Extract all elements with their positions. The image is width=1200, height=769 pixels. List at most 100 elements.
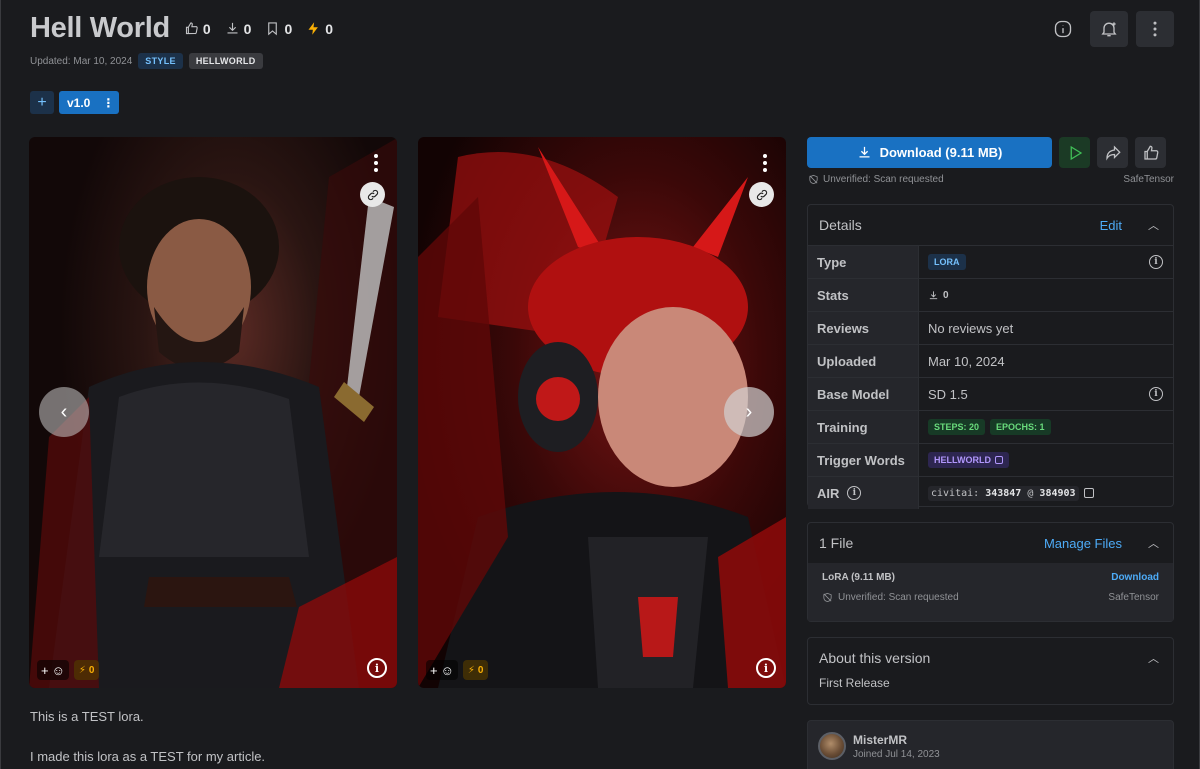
detail-row-type: Type LORA i: [808, 245, 1173, 278]
link-icon: [756, 189, 767, 200]
detail-key: Base Model: [808, 378, 919, 410]
add-version-button[interactable]: +: [30, 91, 54, 114]
about-version-panel: About this version ︿ First Release: [807, 637, 1174, 705]
carousel-next-button[interactable]: ›: [724, 387, 774, 437]
image-info-icon[interactable]: i: [756, 658, 776, 678]
file-scan-status: Unverified: Scan requested: [838, 592, 959, 603]
share-button[interactable]: [1097, 137, 1128, 168]
air-at: @: [1027, 487, 1034, 499]
detail-key: Uploaded: [808, 345, 919, 377]
bookmarks-stat: 0: [265, 21, 292, 37]
scan-status-row: Unverified: Scan requested SafeTensor: [808, 174, 1174, 185]
meta-row: Updated: Mar 10, 2024 STYLE HELLWORLD: [30, 53, 263, 69]
tip-buzz-button[interactable]: ⚡ 0: [73, 660, 100, 680]
image-info-icon[interactable]: i: [367, 658, 387, 678]
downloads-count: 0: [243, 20, 252, 37]
file-download-link[interactable]: Download: [1111, 572, 1159, 583]
play-icon: [1070, 145, 1082, 160]
info-icon[interactable]: i: [1149, 387, 1163, 401]
manage-files-link[interactable]: Manage Files: [1044, 536, 1122, 551]
download-icon: [227, 22, 238, 34]
info-icon: [1054, 20, 1072, 38]
chevron-up-icon[interactable]: ︿: [1148, 650, 1159, 666]
version-label: v1.0: [67, 95, 91, 110]
version-menu-icon[interactable]: ⋮: [102, 96, 114, 110]
model-header: Hell World 0 0 0 0: [30, 12, 333, 45]
image-link-button[interactable]: [749, 182, 774, 207]
file-item: LoRA (9.11 MB) Download Unverified: Scan…: [808, 563, 1173, 621]
tag-hellworld[interactable]: HELLWORLD: [188, 53, 263, 69]
file-format: SafeTensor: [1123, 174, 1174, 185]
reviews-value: No reviews yet: [928, 320, 1014, 336]
type-badge: LORA: [928, 254, 966, 270]
air-prefix: civitai:: [931, 487, 980, 499]
stats-download-count: 0: [943, 289, 949, 301]
files-panel: 1 File Manage Files ︿ LoRA (9.11 MB) Dow…: [807, 522, 1174, 622]
tag-style[interactable]: STYLE: [138, 53, 183, 69]
creator-name[interactable]: MisterMR: [853, 733, 940, 747]
info-icon[interactable]: i: [847, 486, 862, 500]
description-line: I made this lora as a TEST for my articl…: [30, 749, 266, 764]
trigger-word-badge[interactable]: HELLWORLD: [928, 452, 1009, 468]
download-row: Download (9.11 MB): [807, 137, 1166, 168]
details-header[interactable]: Details Edit ︿: [808, 205, 1173, 245]
page-title: Hell World: [30, 12, 170, 44]
air-identifier[interactable]: civitai: 343847 @ 384903: [928, 485, 1079, 501]
image-link-button[interactable]: [360, 182, 385, 207]
download-button[interactable]: Download (9.11 MB): [807, 137, 1052, 168]
version-row: + v1.0 ⋮: [30, 91, 120, 114]
dots-vertical-icon: [1153, 21, 1157, 37]
add-reaction-button[interactable]: + ☺: [426, 660, 458, 680]
scan-status: Unverified: Scan requested: [823, 174, 944, 185]
details-title: Details: [819, 217, 862, 233]
detail-key: Reviews: [808, 312, 919, 344]
file-format: SafeTensor: [1108, 592, 1159, 603]
files-header[interactable]: 1 File Manage Files ︿: [808, 523, 1173, 563]
updated-date: Updated: Mar 10, 2024: [30, 55, 133, 67]
uploaded-value: Mar 10, 2024: [928, 353, 1005, 369]
chevron-up-icon[interactable]: ︿: [1148, 217, 1159, 233]
bell-plus-icon: [1101, 22, 1117, 37]
detail-row-air: AIR i civitai: 343847 @ 384903: [808, 476, 1173, 509]
image-menu-icon[interactable]: [371, 151, 381, 175]
description-line: This is a TEST lora.: [30, 709, 144, 724]
buzz-count: 0: [477, 664, 484, 676]
image-menu-icon[interactable]: [760, 151, 770, 175]
detail-row-trigger-words: Trigger Words HELLWORLD: [808, 443, 1173, 476]
buzz-count: 0: [88, 664, 95, 676]
about-header[interactable]: About this version ︿: [808, 638, 1173, 678]
image-reactions: + ☺ ⚡ 0: [426, 660, 489, 680]
info-icon[interactable]: i: [1149, 255, 1163, 269]
download-label: Download (9.11 MB): [879, 145, 1003, 160]
smile-icon: ☺: [51, 662, 65, 678]
info-button[interactable]: [1044, 11, 1082, 47]
buzz-count: 0: [325, 20, 334, 37]
chevron-up-icon[interactable]: ︿: [1148, 535, 1159, 551]
carousel-prev-button[interactable]: ‹: [39, 387, 89, 437]
buzz-stat: 0: [306, 21, 333, 37]
epochs-badge: EPOCHS: 1: [990, 419, 1051, 435]
detail-row-stats: Stats 0: [808, 278, 1173, 311]
more-button[interactable]: [1136, 11, 1174, 47]
downloads-stat: 0: [225, 20, 252, 37]
add-reaction-button[interactable]: + ☺: [37, 660, 69, 680]
creator-card: MisterMR Joined Jul 14, 2023: [807, 720, 1174, 769]
chevron-left-icon: ‹: [60, 400, 68, 423]
avatar[interactable]: [818, 732, 846, 760]
likes-count: 0: [202, 20, 211, 37]
edit-details-link[interactable]: Edit: [1100, 218, 1122, 233]
link-icon: [367, 189, 378, 200]
tip-buzz-button[interactable]: ⚡ 0: [462, 660, 489, 680]
run-button[interactable]: [1059, 137, 1090, 168]
notify-button[interactable]: [1090, 11, 1128, 47]
download-icon: [859, 146, 870, 158]
version-button[interactable]: v1.0 ⋮: [59, 91, 120, 114]
trigger-word: HELLWORLD: [934, 455, 991, 465]
like-button[interactable]: [1135, 137, 1166, 168]
likes-stat: 0: [184, 21, 211, 37]
files-title: 1 File: [819, 535, 854, 551]
air-label: AIR: [817, 485, 840, 501]
file-name: LoRA (9.11 MB): [822, 572, 895, 583]
bolt-icon: ⚡: [467, 664, 475, 676]
copy-icon[interactable]: [1083, 488, 1094, 498]
